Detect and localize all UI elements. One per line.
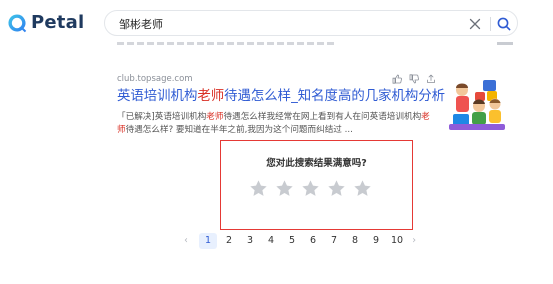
star-icon[interactable] <box>301 179 320 198</box>
result-snippet: 「已解决]英语培训机构老师待遇怎么样我经常在网上看到有人在问英语培训机构老师待遇… <box>117 111 437 137</box>
pagination: ‹ 1 2 3 4 5 6 7 8 9 10 › <box>180 233 420 249</box>
snippet-highlight: 老师 <box>206 112 224 122</box>
result-actions <box>392 74 436 84</box>
petal-logo-icon <box>8 13 27 32</box>
result-title[interactable]: 英语培训机构老师待遇怎么样_知名度高的几家机构分析 <box>117 88 445 106</box>
page-6-button[interactable]: 6 <box>307 233 319 249</box>
page-4-button[interactable]: 4 <box>265 233 277 249</box>
thumbs-up-icon[interactable] <box>392 74 402 84</box>
title-highlight: 老师 <box>197 89 225 104</box>
snippet-part: 「已解决]英语培训机构 <box>117 112 207 122</box>
remnant-text <box>117 42 337 45</box>
page-3-button[interactable]: 3 <box>244 233 256 249</box>
page-1-button[interactable]: 1 <box>199 233 217 249</box>
logo-text: Petal <box>31 12 85 33</box>
previous-result-remnant <box>117 38 517 48</box>
search-icon[interactable] <box>496 16 512 32</box>
search-divider <box>490 17 491 31</box>
result-url[interactable]: club.topsage.com <box>117 73 437 85</box>
page-8-button[interactable]: 8 <box>349 233 361 249</box>
thumbs-down-icon[interactable] <box>409 74 419 84</box>
star-rating <box>249 179 372 198</box>
result-thumbnail-image[interactable] <box>447 74 507 134</box>
page-10-button[interactable]: 10 <box>391 233 403 249</box>
page-9-button[interactable]: 9 <box>370 233 382 249</box>
star-icon[interactable] <box>249 179 268 198</box>
page-2-button[interactable]: 2 <box>223 233 235 249</box>
star-icon[interactable] <box>275 179 294 198</box>
remnant-mark <box>497 42 513 45</box>
satisfaction-survey: 您对此搜索结果满意吗? <box>220 140 413 230</box>
title-part: 待遇怎么样_知名度高的几家机构分析 <box>224 89 446 104</box>
share-icon[interactable] <box>426 74 436 84</box>
clear-icon[interactable] <box>467 16 483 32</box>
next-page-button[interactable]: › <box>408 233 420 249</box>
snippet-part: 待遇怎么样? 要知道在半年之前,我因为这个问题而纠结过 ... <box>125 125 353 135</box>
search-box <box>104 10 518 36</box>
page-7-button[interactable]: 7 <box>328 233 340 249</box>
title-part: 英语培训机构 <box>117 89 198 104</box>
survey-question: 您对此搜索结果满意吗? <box>266 158 367 169</box>
search-input[interactable] <box>119 15 449 32</box>
search-result: club.topsage.com 英语培训机构老师待遇怎么样_知名度高的几家机构… <box>117 73 445 137</box>
page-5-button[interactable]: 5 <box>286 233 298 249</box>
petal-logo[interactable]: Petal <box>7 12 84 33</box>
snippet-part: 待遇怎么样我经常在网上看到有人在问英语培训机构 <box>223 112 422 122</box>
star-icon[interactable] <box>327 179 346 198</box>
star-icon[interactable] <box>353 179 372 198</box>
prev-page-button[interactable]: ‹ <box>180 233 192 249</box>
